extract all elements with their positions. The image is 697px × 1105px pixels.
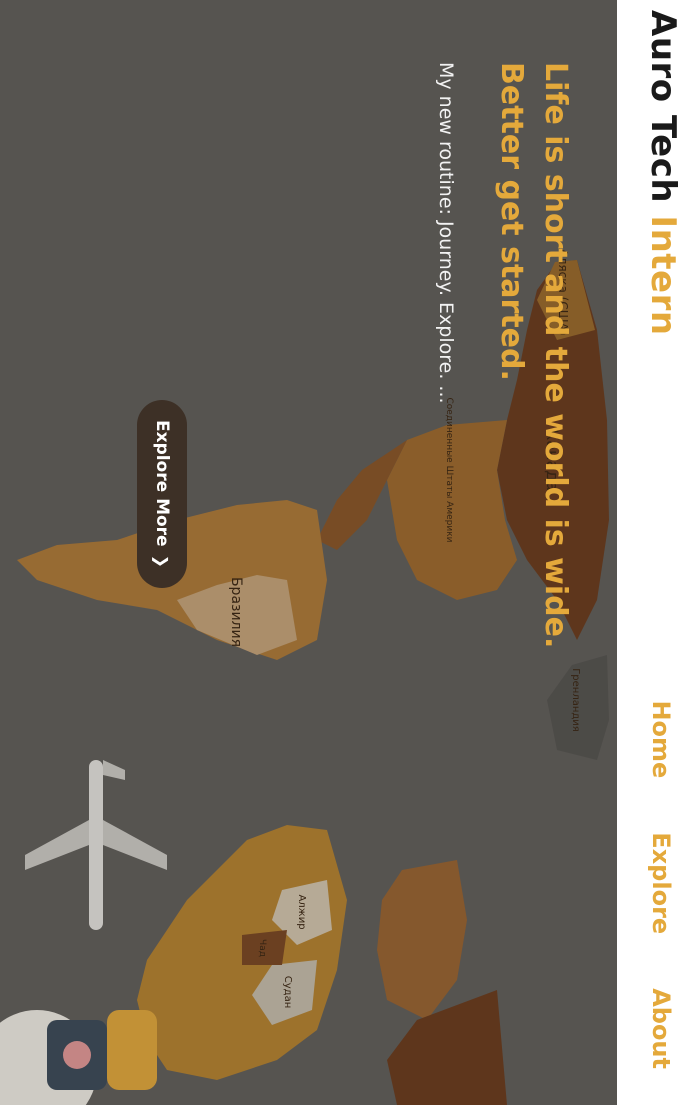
hero-tagline: My new routine: Journey. Explore. ... (435, 62, 457, 404)
nav-home-link[interactable]: Home (647, 700, 675, 778)
hero-headline: Life is short and the world is wide. Bet… (494, 62, 573, 649)
explore-more-label: Explore More (152, 419, 172, 547)
nav-explore-link[interactable]: Explore (647, 832, 675, 934)
chevron-right-icon: ❯ (152, 554, 172, 568)
nav-links: Home Explore About (647, 700, 675, 1069)
brand-main-text: Auro Tech (643, 10, 683, 204)
hero-section: Аляска (США) Канада Соединенные Штаты Амер… (0, 0, 617, 1105)
navbar: Auro Tech Intern Home Explore About (617, 0, 697, 1105)
brand-logo[interactable]: Auro Tech Intern (643, 10, 683, 336)
viewport: Auro Tech Intern Home Explore About Аляс… (0, 0, 697, 1105)
brand-accent-text: Intern (643, 215, 683, 336)
nav-about-link[interactable]: About (647, 988, 675, 1069)
page: Auro Tech Intern Home Explore About Аляс… (0, 0, 697, 1105)
explore-more-button[interactable]: Explore More ❯ (137, 400, 187, 588)
